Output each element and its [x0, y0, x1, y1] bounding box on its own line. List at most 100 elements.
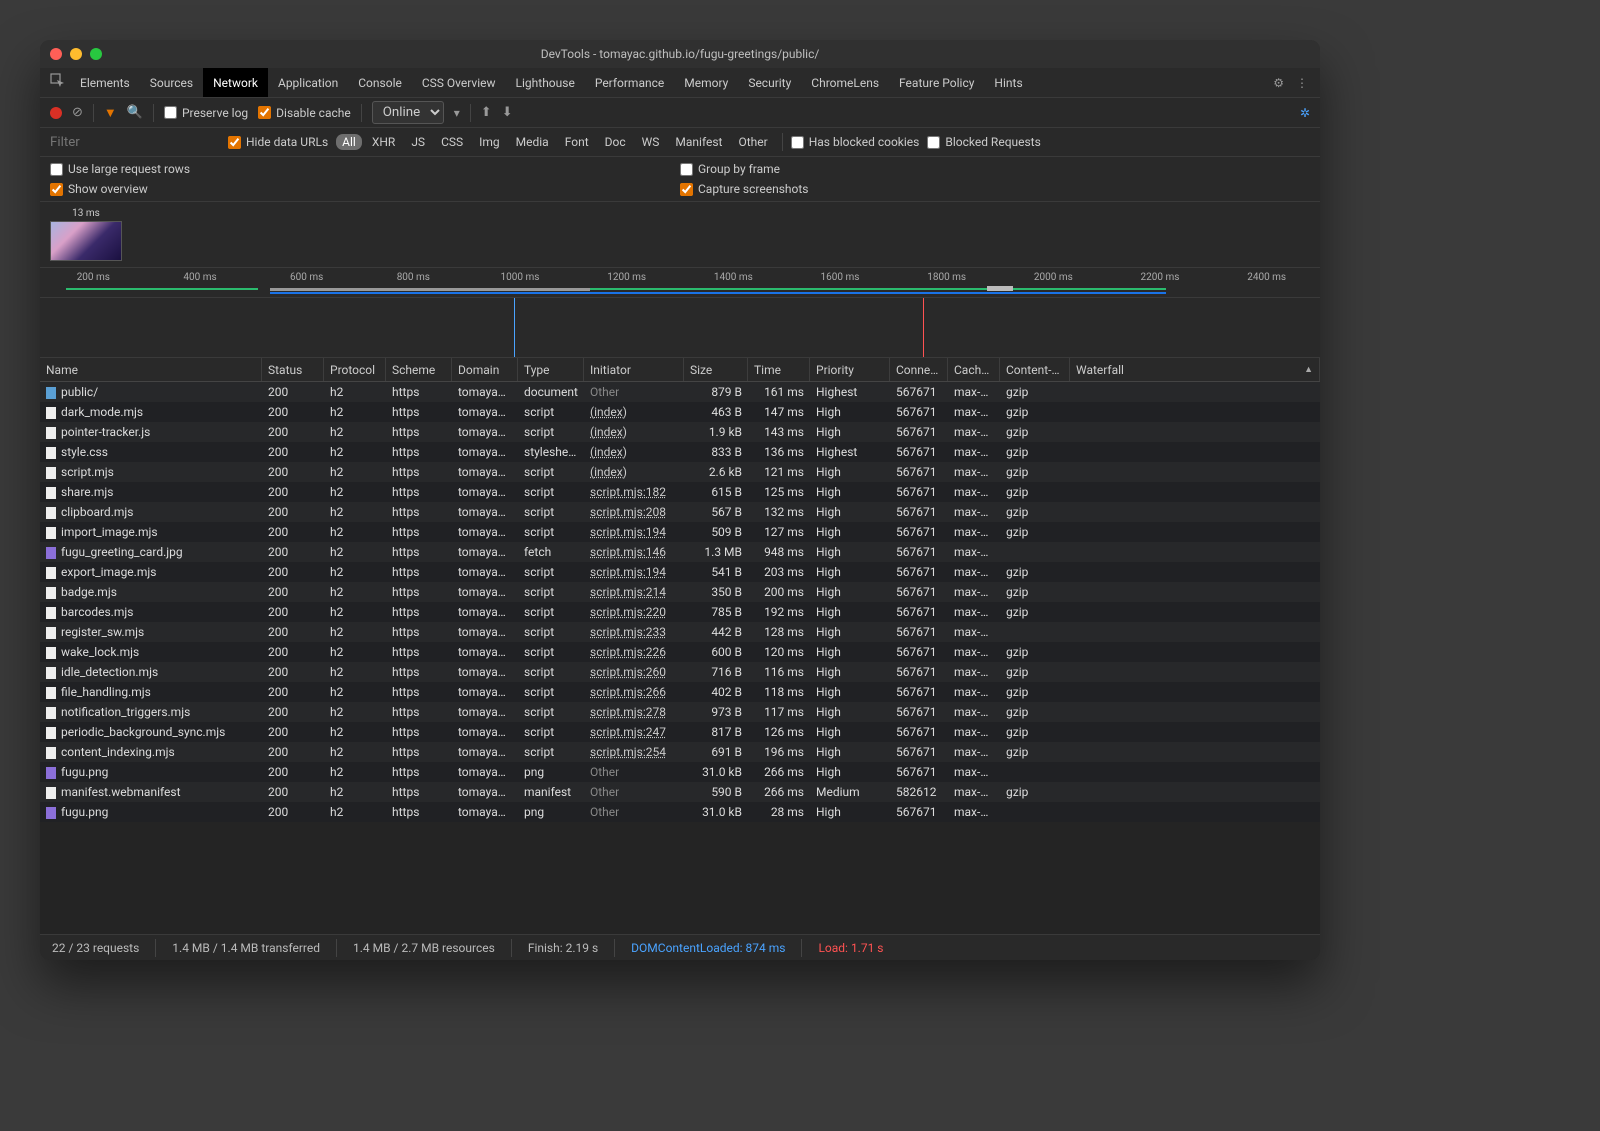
blocked-requests-checkbox[interactable]: Blocked Requests — [927, 135, 1040, 149]
show-overview-checkbox[interactable]: Show overview — [50, 182, 680, 196]
tab-elements[interactable]: Elements — [70, 68, 140, 97]
table-row[interactable]: fugu_greeting_card.jpg200h2httpstomayac…… — [40, 542, 1320, 562]
status-load: Load: 1.71 s — [818, 941, 883, 955]
col-status[interactable]: Status — [262, 358, 324, 381]
table-row[interactable]: import_image.mjs200h2httpstomayac…script… — [40, 522, 1320, 542]
table-row[interactable]: fugu.png200h2httpstomayac…pngOther31.0 k… — [40, 762, 1320, 782]
disable-cache-checkbox[interactable]: Disable cache — [258, 106, 351, 120]
table-row[interactable]: periodic_background_sync.mjs200h2httpsto… — [40, 722, 1320, 742]
filter-input[interactable] — [50, 135, 220, 150]
titlebar: DevTools - tomayac.github.io/fugu-greeti… — [40, 40, 1320, 68]
more-menu-icon[interactable]: ⋮ — [1290, 76, 1314, 90]
file-type-icon — [46, 487, 56, 499]
filter-type-doc[interactable]: Doc — [599, 134, 632, 150]
col-type[interactable]: Type — [518, 358, 584, 381]
has-blocked-cookies-checkbox[interactable]: Has blocked cookies — [791, 135, 920, 149]
table-row[interactable]: notification_triggers.mjs200h2httpstomay… — [40, 702, 1320, 722]
timeline-overview[interactable]: 200 ms400 ms600 ms800 ms1000 ms1200 ms14… — [40, 268, 1320, 298]
col-protocol[interactable]: Protocol — [324, 358, 386, 381]
col-domain[interactable]: Domain — [452, 358, 518, 381]
tab-application[interactable]: Application — [268, 68, 348, 97]
timeline-tick: 1000 ms — [501, 272, 540, 283]
filter-type-xhr[interactable]: XHR — [366, 134, 401, 150]
tab-console[interactable]: Console — [348, 68, 412, 97]
col-encoding[interactable]: Content-… — [1000, 358, 1070, 381]
table-row[interactable]: clipboard.mjs200h2httpstomayac…scriptscr… — [40, 502, 1320, 522]
table-row[interactable]: fugu.png200h2httpstomayac…pngOther31.0 k… — [40, 802, 1320, 822]
network-settings-gear-icon[interactable]: ✲ — [1300, 106, 1310, 120]
network-toolbar: ⊘ ▼ 🔍 Preserve log Disable cache Online … — [40, 98, 1320, 128]
download-har-icon[interactable]: ⬇ — [502, 105, 513, 120]
settings-gear-icon[interactable]: ⚙ — [1267, 76, 1290, 90]
filter-type-font[interactable]: Font — [559, 134, 595, 150]
tab-memory[interactable]: Memory — [674, 68, 738, 97]
inspect-element-icon[interactable] — [46, 73, 70, 92]
hide-data-urls-checkbox[interactable]: Hide data URLs — [228, 135, 328, 149]
tab-hints[interactable]: Hints — [984, 68, 1032, 97]
screenshot-time: 13 ms — [50, 208, 122, 219]
tab-network[interactable]: Network — [203, 68, 268, 97]
col-priority[interactable]: Priority — [810, 358, 890, 381]
table-row[interactable]: manifest.webmanifest200h2httpstomayac…ma… — [40, 782, 1320, 802]
col-waterfall[interactable]: Waterfall▲ — [1070, 358, 1320, 381]
file-type-icon — [46, 607, 56, 619]
preserve-log-checkbox[interactable]: Preserve log — [164, 106, 248, 120]
timeline-detail[interactable] — [40, 298, 1320, 358]
file-type-icon — [46, 787, 56, 799]
tab-feature-policy[interactable]: Feature Policy — [889, 68, 984, 97]
filter-type-js[interactable]: JS — [405, 134, 431, 150]
table-row[interactable]: public/200h2httpstomayac…documentOther87… — [40, 382, 1320, 402]
filter-type-css[interactable]: CSS — [435, 134, 469, 150]
filter-type-img[interactable]: Img — [473, 134, 506, 150]
table-row[interactable]: pointer-tracker.js200h2httpstomayac…scri… — [40, 422, 1320, 442]
file-type-icon — [46, 587, 56, 599]
status-requests: 22 / 23 requests — [52, 941, 139, 955]
tab-sources[interactable]: Sources — [140, 68, 203, 97]
table-row[interactable]: export_image.mjs200h2httpstomayac…script… — [40, 562, 1320, 582]
col-initiator[interactable]: Initiator — [584, 358, 684, 381]
table-row[interactable]: idle_detection.mjs200h2httpstomayac…scri… — [40, 662, 1320, 682]
search-icon[interactable]: 🔍 — [127, 105, 143, 120]
file-type-icon — [46, 747, 56, 759]
tab-css-overview[interactable]: CSS Overview — [412, 68, 506, 97]
file-type-icon — [46, 767, 56, 779]
tab-security[interactable]: Security — [738, 68, 801, 97]
filter-type-manifest[interactable]: Manifest — [669, 134, 728, 150]
table-row[interactable]: wake_lock.mjs200h2httpstomayac…scriptscr… — [40, 642, 1320, 662]
tab-chromelens[interactable]: ChromeLens — [801, 68, 889, 97]
filter-type-ws[interactable]: WS — [636, 134, 666, 150]
group-by-frame-checkbox[interactable]: Group by frame — [680, 162, 1310, 176]
screenshot-thumbnail[interactable] — [50, 221, 122, 261]
tab-performance[interactable]: Performance — [585, 68, 674, 97]
file-type-icon — [46, 407, 56, 419]
col-scheme[interactable]: Scheme — [386, 358, 452, 381]
table-row[interactable]: content_indexing.mjs200h2httpstomayac…sc… — [40, 742, 1320, 762]
col-connection[interactable]: Conne… — [890, 358, 948, 381]
table-row[interactable]: dark_mode.mjs200h2httpstomayac…script(in… — [40, 402, 1320, 422]
tab-lighthouse[interactable]: Lighthouse — [506, 68, 585, 97]
use-large-rows-label: Use large request rows — [68, 162, 190, 176]
capture-screenshots-checkbox[interactable]: Capture screenshots — [680, 182, 1310, 196]
table-row[interactable]: share.mjs200h2httpstomayac…scriptscript.… — [40, 482, 1320, 502]
table-row[interactable]: file_handling.mjs200h2httpstomayac…scrip… — [40, 682, 1320, 702]
filter-toggle-icon[interactable]: ▼ — [104, 105, 117, 121]
col-name[interactable]: Name — [40, 358, 262, 381]
table-row[interactable]: badge.mjs200h2httpstomayac…scriptscript.… — [40, 582, 1320, 602]
table-row[interactable]: register_sw.mjs200h2httpstomayac…scripts… — [40, 622, 1320, 642]
filter-type-media[interactable]: Media — [510, 134, 555, 150]
col-time[interactable]: Time — [748, 358, 810, 381]
use-large-rows-checkbox[interactable]: Use large request rows — [50, 162, 680, 176]
record-button[interactable] — [50, 107, 62, 119]
col-cache[interactable]: Cach… — [948, 358, 1000, 381]
filter-type-other[interactable]: Other — [732, 134, 773, 150]
throttling-select[interactable]: Online — [372, 101, 444, 124]
file-type-icon — [46, 707, 56, 719]
clear-button[interactable]: ⊘ — [72, 105, 83, 120]
filter-type-all[interactable]: All — [336, 134, 362, 150]
table-row[interactable]: style.css200h2httpstomayac…stylesheet(in… — [40, 442, 1320, 462]
table-row[interactable]: script.mjs200h2httpstomayac…script(index… — [40, 462, 1320, 482]
col-waterfall-label: Waterfall — [1076, 363, 1124, 377]
table-row[interactable]: barcodes.mjs200h2httpstomayac…scriptscri… — [40, 602, 1320, 622]
col-size[interactable]: Size — [684, 358, 748, 381]
upload-har-icon[interactable]: ⬆ — [481, 105, 492, 120]
